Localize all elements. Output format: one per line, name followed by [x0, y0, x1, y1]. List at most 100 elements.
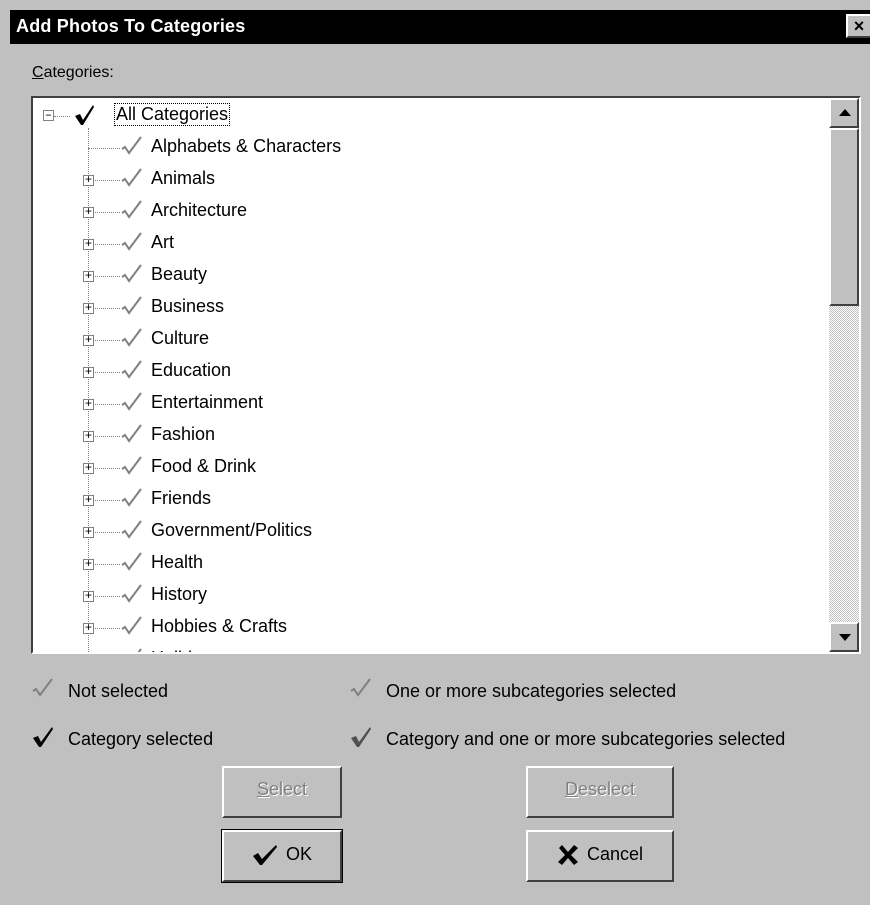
legend-label: Category selected	[68, 729, 214, 749]
expand-icon[interactable]: +	[83, 590, 94, 602]
check-light-icon[interactable]	[121, 584, 143, 606]
cancel-button[interactable]: Cancel	[526, 830, 674, 882]
tree-root-row[interactable]: – All Categories	[33, 100, 433, 132]
tree-item[interactable]: + Architecture	[33, 196, 733, 228]
check-light-icon[interactable]	[121, 232, 143, 254]
tree-item[interactable]: + Friends	[33, 484, 733, 516]
tree-root-label: All Categories	[113, 103, 231, 126]
expand-icon[interactable]: +	[83, 558, 94, 570]
collapse-icon[interactable]: –	[43, 109, 54, 121]
tree-item-label: Beauty	[151, 264, 208, 284]
dialog: Add Photos To Categories × Categories: –…	[0, 0, 870, 905]
expand-icon[interactable]: +	[83, 334, 94, 346]
check-light-icon[interactable]	[121, 360, 143, 382]
tree-item[interactable]: + Food & Drink	[33, 452, 733, 484]
check-light-icon[interactable]	[121, 136, 143, 158]
tree-item-label: Entertainment	[151, 392, 264, 412]
scroll-down-button[interactable]	[829, 622, 859, 652]
expand-icon[interactable]: +	[83, 206, 94, 218]
expand-icon[interactable]: +	[83, 366, 94, 378]
tree-item-label: Animals	[151, 168, 216, 188]
tree-item[interactable]: + Animals	[33, 164, 733, 196]
check-light-icon[interactable]	[121, 296, 143, 318]
tree-item-label: Culture	[151, 328, 210, 348]
check-light-icon	[350, 678, 371, 697]
tree-item-label: Holidays	[151, 648, 220, 652]
cancel-label: Cancel	[586, 844, 644, 864]
tree-item[interactable]: + Education	[33, 356, 733, 388]
scroll-up-button[interactable]	[829, 98, 859, 128]
check-light-icon[interactable]	[121, 328, 143, 350]
check-light-icon[interactable]	[121, 552, 143, 574]
tree-item-label: Health	[151, 552, 204, 572]
expand-icon[interactable]: +	[83, 174, 94, 186]
categories-label: Categories:	[32, 64, 114, 81]
legend-label: One or more subcategories selected	[386, 681, 677, 701]
tree-connector	[54, 116, 70, 117]
expand-icon[interactable]: +	[83, 238, 94, 250]
select-button[interactable]: Select	[222, 766, 342, 818]
check-light-icon[interactable]	[121, 424, 143, 446]
deselect-button-label: Deselect	[564, 779, 636, 799]
check-light-icon	[32, 678, 53, 697]
check-light-icon[interactable]	[121, 520, 143, 542]
tree-connector	[88, 148, 120, 149]
tree-item-label: Government/Politics	[151, 520, 313, 540]
check-light-icon[interactable]	[121, 456, 143, 478]
vertical-scrollbar[interactable]	[829, 98, 859, 652]
category-tree[interactable]: – All Categories Alphabets & Characters +…	[31, 96, 861, 654]
scroll-thumb[interactable]	[829, 128, 859, 306]
expand-icon[interactable]: +	[83, 622, 94, 634]
check-light-icon[interactable]	[121, 392, 143, 414]
tree-item[interactable]: +Holidays	[33, 644, 733, 652]
ok-button-content: OK	[224, 844, 340, 866]
select-button-label: Select	[256, 779, 308, 799]
arrow-up-icon	[839, 109, 851, 116]
tree-item[interactable]: + Beauty	[33, 260, 733, 292]
tree-item-label: Architecture	[151, 200, 248, 220]
tree-item[interactable]: + Government/Politics	[33, 516, 733, 548]
tree-item-label: Art	[151, 232, 175, 252]
expand-icon[interactable]: +	[83, 398, 94, 410]
tree-item[interactable]: + History	[33, 580, 733, 612]
check-light-icon[interactable]	[121, 648, 143, 652]
tree-item-label: History	[151, 584, 208, 604]
expand-icon[interactable]: +	[83, 526, 94, 538]
tree-item[interactable]: + Art	[33, 228, 733, 260]
tree-item[interactable]: + Fashion	[33, 420, 733, 452]
tree-item-label: Education	[151, 360, 232, 380]
check-dark-icon	[33, 727, 53, 747]
check-light-icon[interactable]	[121, 616, 143, 638]
check-light-icon[interactable]	[121, 488, 143, 510]
expand-icon[interactable]: +	[83, 430, 94, 442]
title-bar: Add Photos To Categories ×	[10, 10, 870, 44]
check-light-icon[interactable]	[121, 168, 143, 190]
arrow-down-icon	[839, 634, 851, 641]
tree-item-label: Alphabets & Characters	[151, 136, 342, 156]
tree-item[interactable]: Alphabets & Characters	[33, 132, 733, 164]
expand-icon[interactable]: +	[83, 270, 94, 282]
tree-item-label: Fashion	[151, 424, 216, 444]
tree-item[interactable]: + Culture	[33, 324, 733, 356]
tree-item-label: Friends	[151, 488, 212, 508]
ok-button[interactable]: OK	[221, 829, 343, 883]
tree-item[interactable]: + Business	[33, 292, 733, 324]
legend-label: Not selected	[68, 681, 169, 701]
expand-icon[interactable]: +	[83, 494, 94, 506]
check-dark-icon	[252, 845, 277, 866]
close-button[interactable]: ×	[846, 14, 870, 38]
tree-item[interactable]: + Entertainment	[33, 388, 733, 420]
check-dark-icon	[351, 727, 371, 747]
tree-item[interactable]: + Hobbies & Crafts	[33, 612, 733, 644]
window-title: Add Photos To Categories	[16, 16, 246, 36]
tree-item[interactable]: + Health	[33, 548, 733, 580]
legend-label: Category and one or more subcategories s…	[386, 729, 786, 749]
expand-icon[interactable]: +	[83, 302, 94, 314]
check-light-icon[interactable]	[121, 200, 143, 222]
expand-icon[interactable]: +	[83, 462, 94, 474]
ok-label: OK	[285, 844, 312, 864]
tree-item-label: Hobbies & Crafts	[151, 616, 288, 636]
deselect-button[interactable]: Deselect	[526, 766, 674, 818]
cancel-button-content: Cancel	[528, 844, 672, 866]
check-light-icon[interactable]	[121, 264, 143, 286]
